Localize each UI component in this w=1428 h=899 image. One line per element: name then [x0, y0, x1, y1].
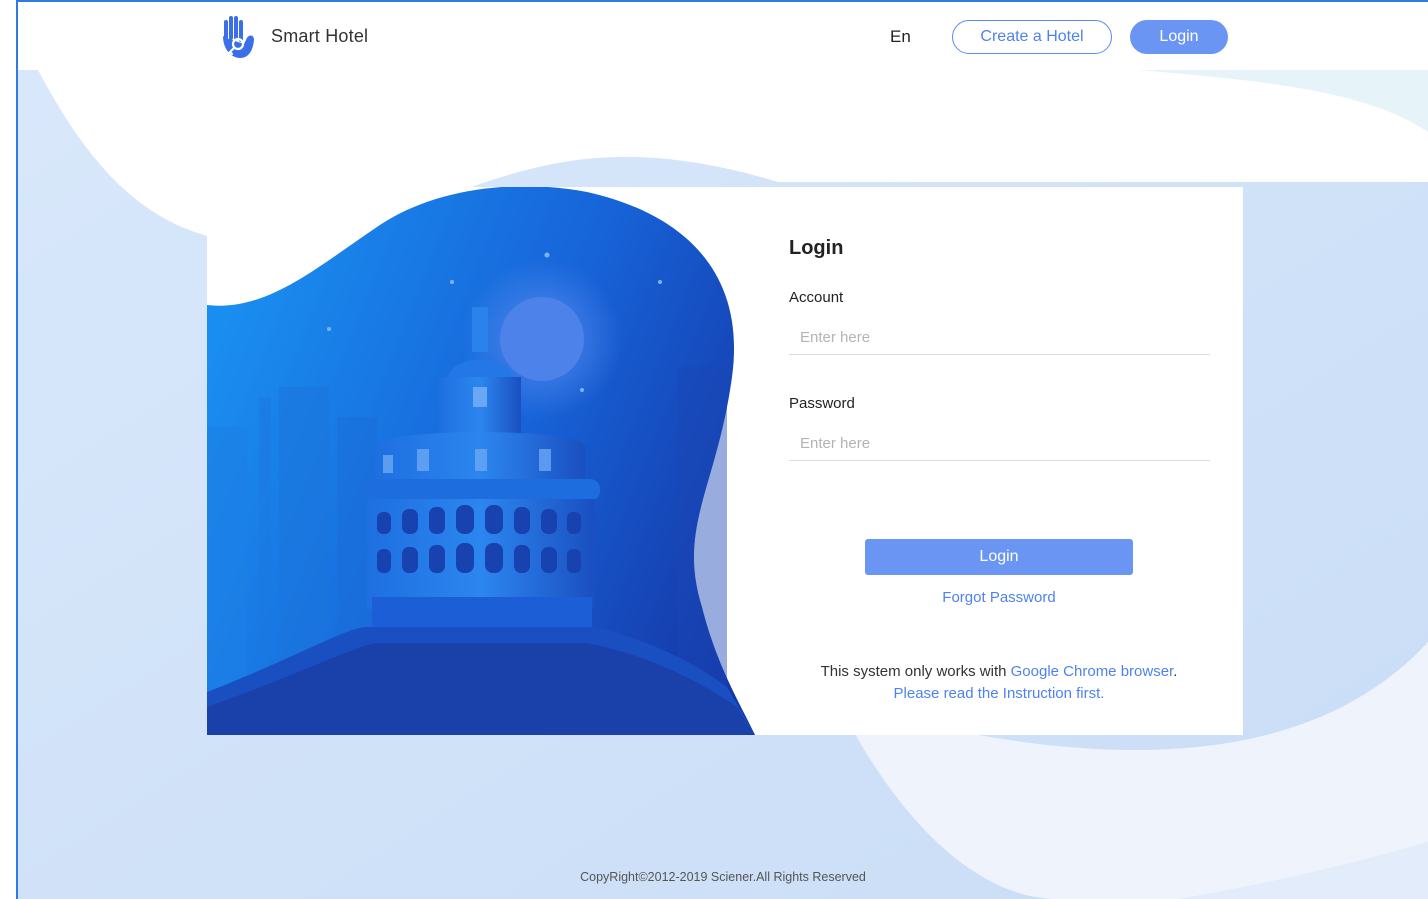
login-card: Login Account Password Login Forgot Pass… [207, 187, 1243, 735]
top-header: Smart Hotel En Create a Hotel Login [18, 2, 1428, 70]
login-form: Login Account Password Login Forgot Pass… [789, 187, 1211, 735]
notice-period: . [1173, 663, 1178, 680]
window-frame-left [16, 0, 18, 899]
language-selector[interactable]: En [890, 27, 911, 47]
page: Smart Hotel En Create a Hotel Login Logi… [18, 2, 1428, 899]
account-label: Account [789, 289, 844, 306]
instruction-link[interactable]: Please read the Instruction first. [894, 685, 1105, 702]
chrome-browser-link[interactable]: Google Chrome browser [1011, 663, 1174, 680]
account-input[interactable] [789, 321, 1210, 355]
window-frame-top [16, 0, 1428, 2]
password-label: Password [789, 395, 855, 412]
notice-text: This system only works with [820, 663, 1007, 680]
header-login-button[interactable]: Login [1130, 20, 1228, 54]
browser-notice: This system only works with Google Chrom… [789, 661, 1209, 705]
create-hotel-button[interactable]: Create a Hotel [952, 20, 1112, 54]
hotel-illustration [207, 187, 755, 735]
login-submit-button[interactable]: Login [865, 539, 1133, 575]
hand-key-icon [223, 16, 254, 58]
footer-copyright: CopyRight©2012-2019 Sciener.All Rights R… [580, 870, 866, 884]
forgot-password-link[interactable]: Forgot Password [789, 589, 1209, 606]
brand-name: Smart Hotel [271, 26, 369, 46]
form-title: Login [789, 237, 844, 259]
password-input[interactable] [789, 427, 1210, 461]
